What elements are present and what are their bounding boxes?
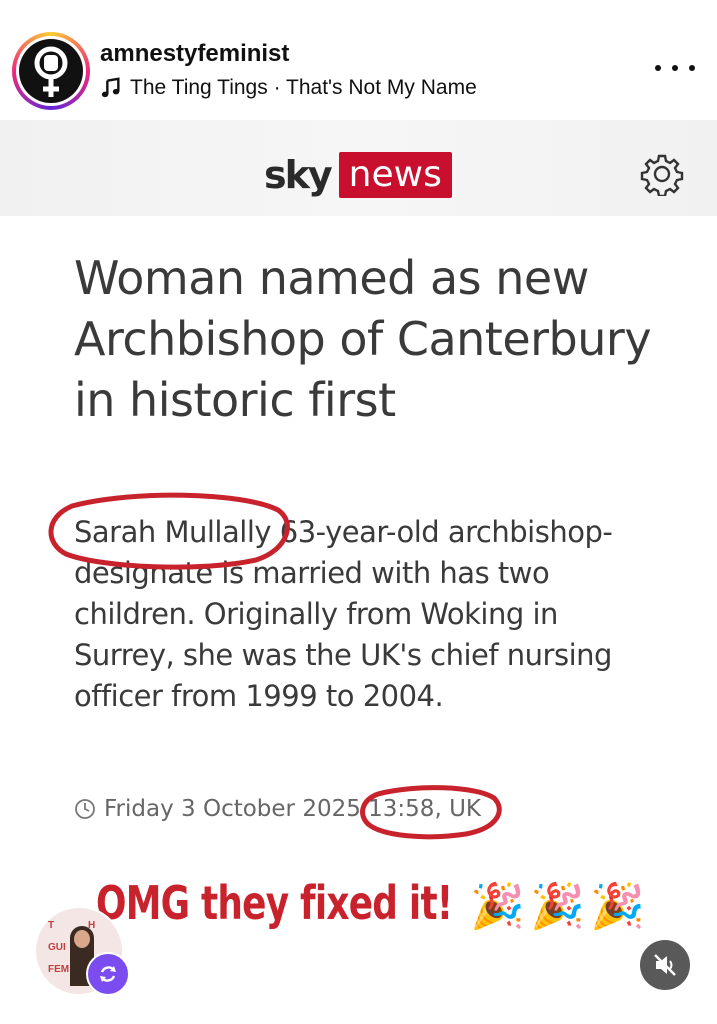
timestamp-text: Friday 3 October 2025 13:58, UK xyxy=(104,796,481,822)
sky-logo-word: sky xyxy=(264,153,333,197)
username[interactable]: amnestyfeminist xyxy=(100,40,289,68)
clock-icon xyxy=(75,799,95,819)
music-note-icon xyxy=(101,77,120,98)
music-label: The Ting Tings · That's Not My Name xyxy=(130,76,477,99)
repost-icon[interactable] xyxy=(86,952,130,996)
more-options-icon[interactable] xyxy=(655,58,695,78)
profile-avatar[interactable] xyxy=(12,32,90,110)
party-popper-icon: 🎉 xyxy=(530,882,585,931)
article-timestamp: Friday 3 October 2025 13:58, UK xyxy=(74,796,481,822)
collab-avatar-letter: T xyxy=(48,920,55,931)
gear-icon[interactable] xyxy=(640,152,684,196)
news-logo-box: news xyxy=(338,152,452,198)
sky-news-logo: sky news xyxy=(264,152,452,198)
party-popper-icon: 🎉 xyxy=(470,882,525,931)
collab-avatar-letter: GUI xyxy=(48,942,66,953)
article-body: Sarah Mullally 63-year-old archbishop-de… xyxy=(74,515,613,713)
music-attribution[interactable]: The Ting Tings · That's Not My Name xyxy=(100,76,477,100)
post-header: amnestyfeminist The Ting Tings · That's … xyxy=(0,0,717,120)
article-headline: Woman named as new Archbishop of Canterb… xyxy=(74,251,652,427)
collab-avatar-letter: FEM xyxy=(48,964,70,975)
feminist-fist-icon xyxy=(34,46,68,97)
caption-text: OMG they fixed it! xyxy=(96,876,453,930)
muted-speaker-icon[interactable] xyxy=(640,940,690,990)
party-popper-icon: 🎉 xyxy=(590,882,645,931)
